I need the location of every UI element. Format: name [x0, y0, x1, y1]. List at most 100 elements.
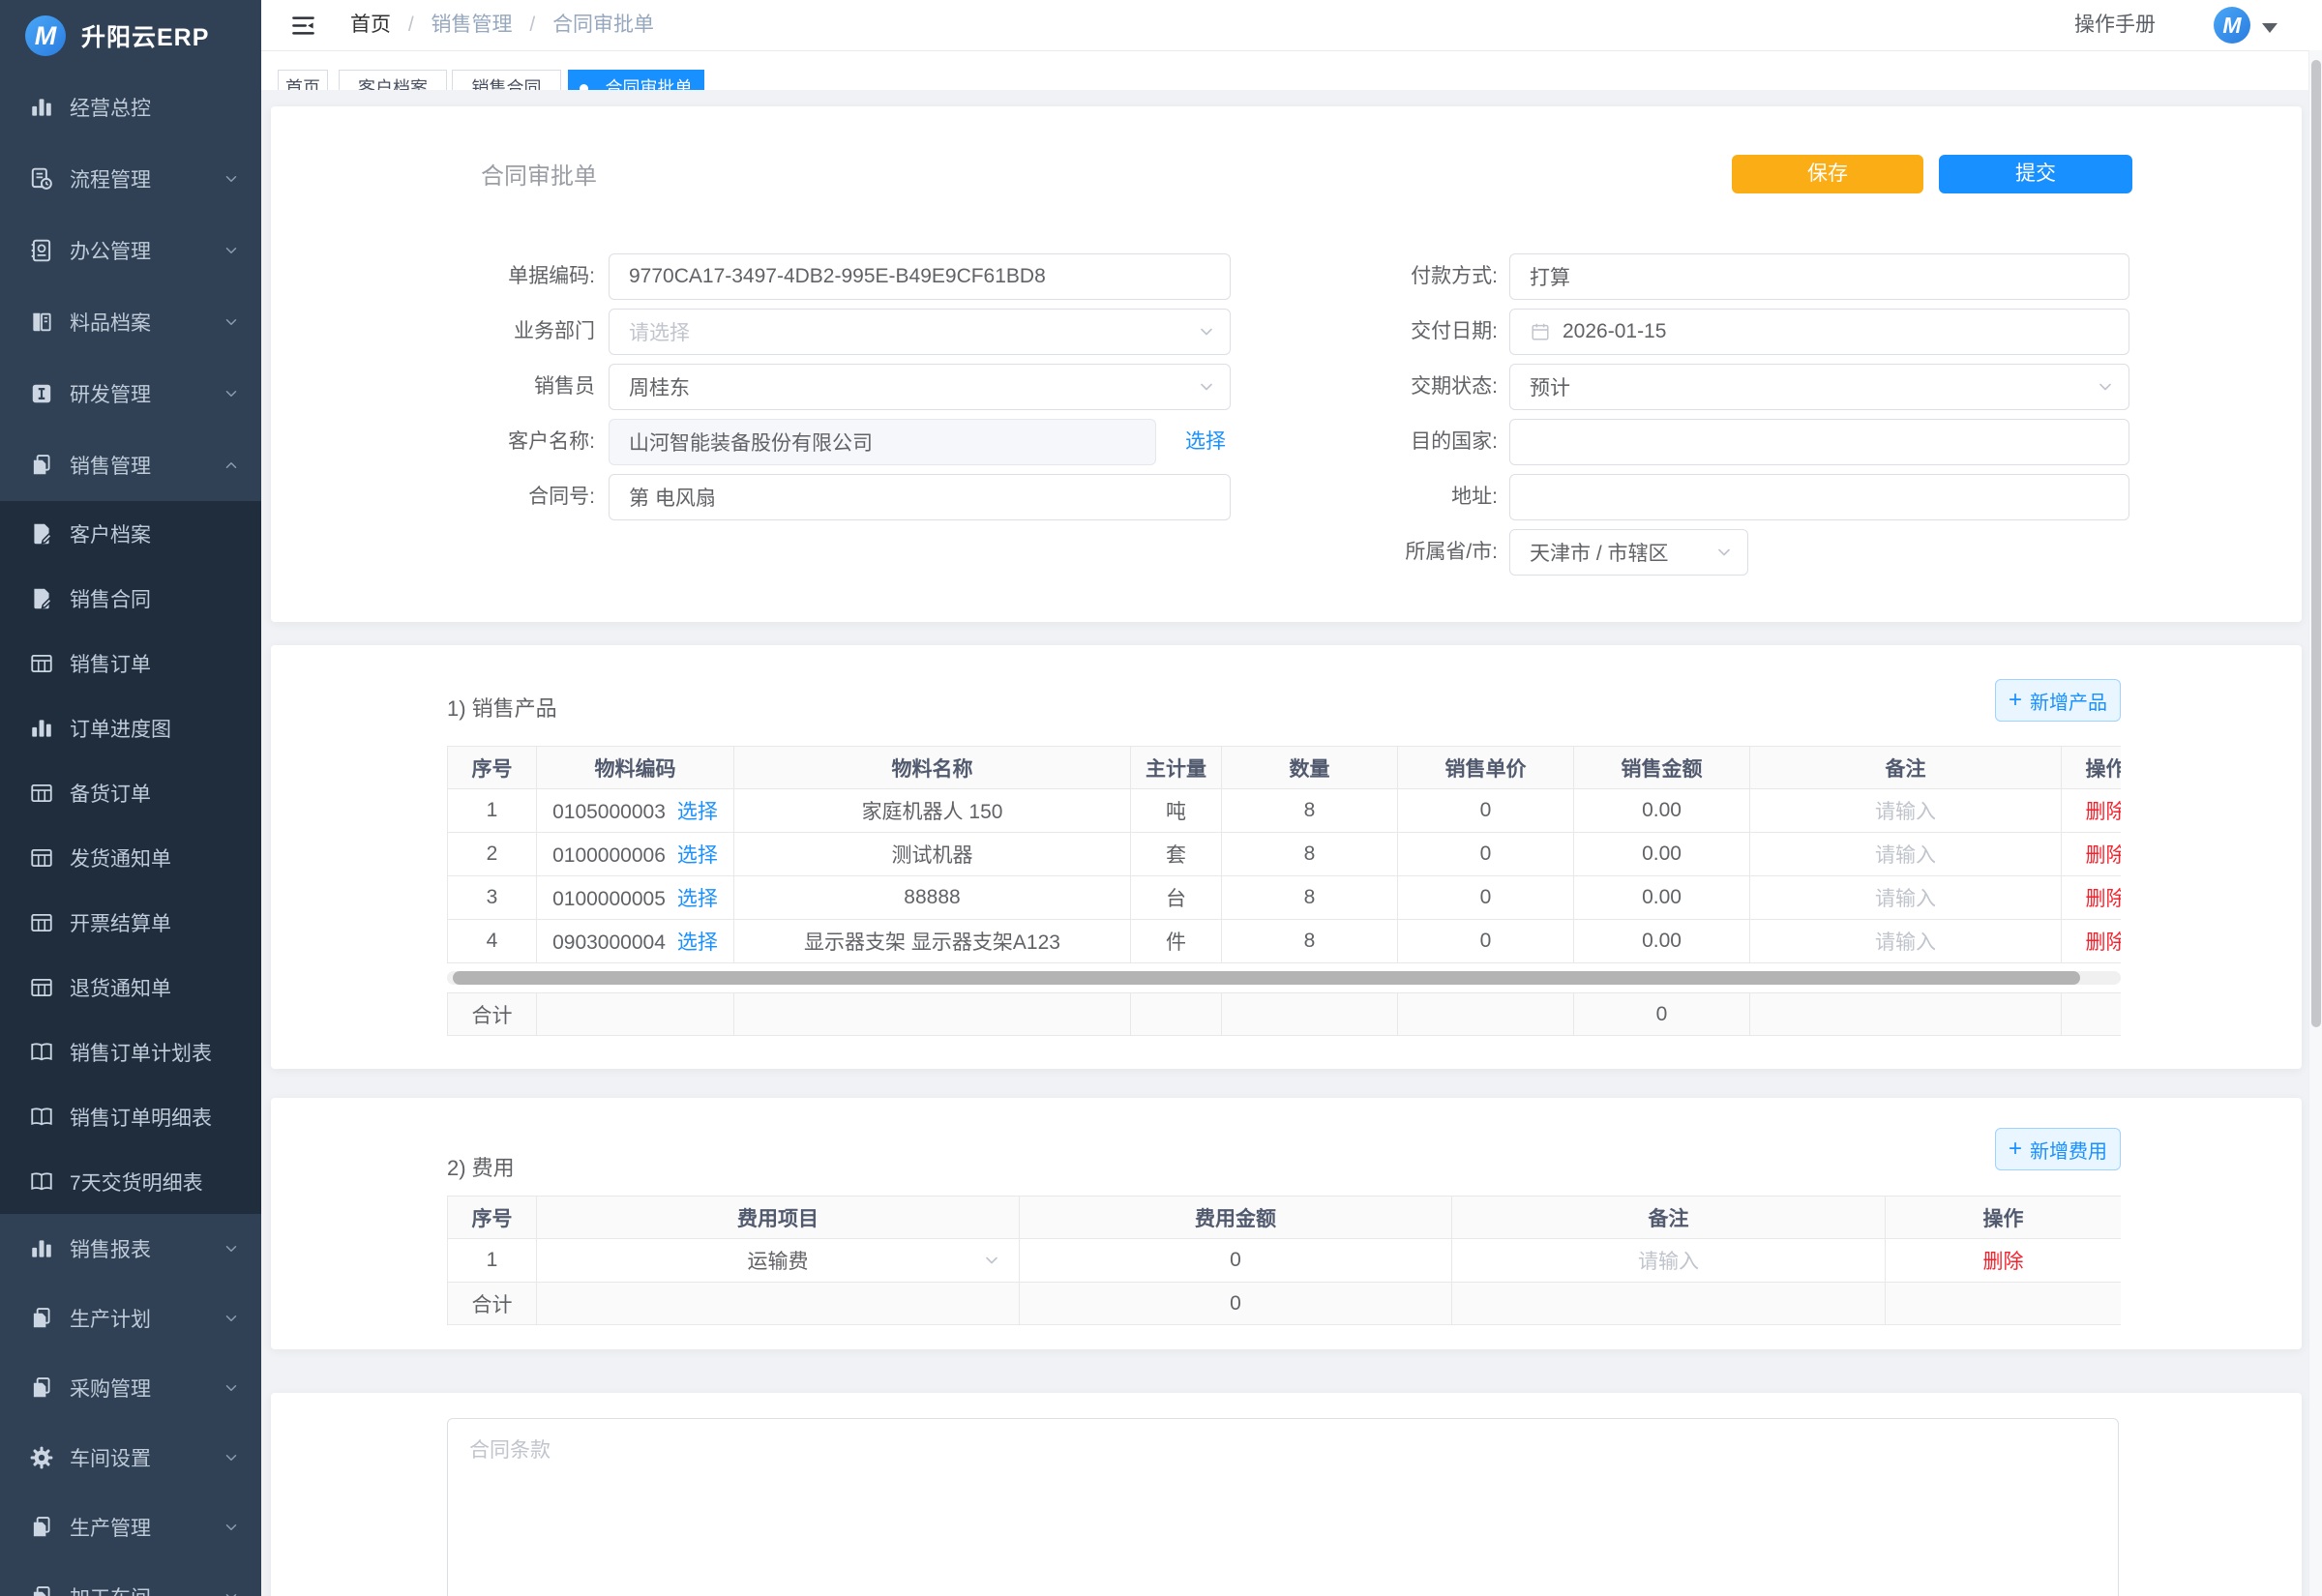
sidebar-item-production-plan[interactable]: 生产计划 — [0, 1284, 261, 1353]
tab-label: 首页 — [285, 78, 320, 90]
sidebar-item-purchase-mgmt[interactable]: 采购管理 — [0, 1353, 261, 1423]
breadcrumb-home[interactable]: 首页 — [350, 14, 391, 36]
delete-row-link[interactable]: 删除 — [2086, 844, 2122, 867]
delete-row-link[interactable]: 删除 — [2086, 801, 2122, 823]
open-book-icon — [29, 1105, 54, 1130]
tab-customer-archive[interactable]: 客户档案 — [339, 70, 447, 90]
sidebar-item-production-mgmt[interactable]: 生产管理 — [0, 1493, 261, 1562]
total-amount: 0 — [1574, 993, 1750, 1036]
contract-no-input[interactable] — [609, 474, 1231, 520]
sidebar-item-sales-order[interactable]: 销售订单 — [0, 631, 261, 695]
add-product-label: 新增产品 — [2030, 687, 2107, 715]
remark-input[interactable]: 请输入 — [1875, 888, 1936, 910]
sidebar-item-sales-report[interactable]: 销售报表 — [0, 1214, 261, 1284]
destination-country-input[interactable] — [1509, 419, 2129, 465]
sidebar-item-rnd-mgmt[interactable]: 研发管理 — [0, 358, 261, 429]
sidebar-item-return-notice[interactable]: 退货通知单 — [0, 955, 261, 1020]
sidebar-item-customer-archive[interactable]: 客户档案 — [0, 501, 261, 566]
user-menu-caret-icon[interactable] — [2262, 23, 2277, 33]
submit-button[interactable]: 提交 — [1939, 155, 2132, 193]
material-select-link[interactable]: 选择 — [677, 801, 718, 823]
col-material-code: 物料编码 — [537, 747, 734, 789]
delete-row-link[interactable]: 删除 — [2086, 931, 2122, 954]
business-dept-select[interactable]: 请选择 — [609, 309, 1231, 355]
sidebar-item-order-progress[interactable]: 订单进度图 — [0, 695, 261, 760]
vertical-scrollbar-track — [2308, 50, 2322, 1596]
sidebar-item-shipping-notice[interactable]: 发货通知单 — [0, 825, 261, 890]
save-button[interactable]: 保存 — [1732, 155, 1923, 193]
remark-input[interactable]: 请输入 — [1638, 1251, 1699, 1273]
sidebar-item-material-archive[interactable]: 料品档案 — [0, 286, 261, 358]
products-table-wrap: 序号 物料编码 物料名称 主计量 数量 销售单价 销售金额 备注 操作 1 01… — [447, 746, 2121, 964]
products-section-title: 1) 销售产品 — [447, 692, 557, 723]
app-logo[interactable]: M 升阳云ERP — [0, 0, 261, 72]
sidebar-item-stock-order[interactable]: 备货订单 — [0, 760, 261, 825]
sidebar-item-order-plan-report[interactable]: 销售订单计划表 — [0, 1020, 261, 1084]
breadcrumb-separator: / — [408, 14, 414, 36]
sidebar-item-label: 退货通知单 — [70, 973, 171, 1002]
sidebar-item-sales-contract[interactable]: 销售合同 — [0, 566, 261, 631]
contract-terms-textarea[interactable] — [447, 1418, 2119, 1596]
chevron-down-icon — [223, 170, 240, 188]
col-action: 操作 — [1886, 1197, 2122, 1239]
material-select-link[interactable]: 选择 — [677, 931, 718, 954]
document-edit-icon — [29, 586, 54, 611]
payment-method-input[interactable] — [1509, 253, 2129, 300]
chevron-down-icon — [223, 242, 240, 259]
product-row: 3 0100000005选择 88888 台 8 0 0.00 请输入 删除 — [448, 876, 2122, 920]
terms-panel — [271, 1393, 2302, 1596]
chevron-down-icon — [223, 1519, 240, 1536]
chevron-down-icon — [1197, 377, 1216, 397]
menu-fold-icon[interactable] — [290, 13, 316, 39]
open-book-icon — [29, 1040, 54, 1065]
manual-link[interactable]: 操作手册 — [2074, 0, 2156, 50]
delete-row-link[interactable]: 删除 — [1983, 1251, 2024, 1273]
province-city-cascader[interactable]: 天津市 / 市辖区 — [1509, 529, 1748, 576]
products-total-row: 合计 0 — [448, 993, 2122, 1036]
material-select-link[interactable]: 选择 — [677, 844, 718, 867]
salesperson-select[interactable]: 周桂东 — [609, 364, 1231, 410]
horizontal-scrollbar-thumb[interactable] — [453, 971, 2080, 985]
add-product-button[interactable]: + 新增产品 — [1995, 679, 2121, 722]
breadcrumb-sales-mgmt[interactable]: 销售管理 — [432, 14, 513, 36]
delete-row-link[interactable]: 删除 — [2086, 888, 2122, 910]
delivery-date-picker[interactable]: 2026-01-15 — [1509, 309, 2129, 355]
sidebar-item-business-overview[interactable]: 经营总控 — [0, 72, 261, 143]
fee-item-select[interactable]: 运输费 — [537, 1239, 1020, 1283]
sidebar-item-7day-delivery-report[interactable]: 7天交货明细表 — [0, 1149, 261, 1214]
doc-code-input[interactable] — [609, 253, 1231, 300]
select-value: 预计 — [1530, 372, 1570, 401]
sidebar-item-office-mgmt[interactable]: 办公管理 — [0, 215, 261, 286]
material-select-link[interactable]: 选择 — [677, 888, 718, 910]
field-label-contract-no: 合同号: — [368, 474, 595, 520]
col-seq: 序号 — [448, 747, 537, 789]
add-fee-button[interactable]: + 新增费用 — [1995, 1128, 2121, 1170]
sidebar-item-order-detail-report[interactable]: 销售订单明细表 — [0, 1084, 261, 1149]
material-code: 0105000003 — [552, 801, 666, 823]
total-amount: 0 — [1020, 1283, 1452, 1325]
products-header-row: 序号 物料编码 物料名称 主计量 数量 销售单价 销售金额 备注 操作 — [448, 747, 2122, 789]
sidebar-item-process-mgmt[interactable]: 流程管理 — [0, 143, 261, 215]
sidebar-item-invoice-settlement[interactable]: 开票结算单 — [0, 890, 261, 955]
vertical-scrollbar-thumb[interactable] — [2311, 60, 2321, 1027]
customer-select-link[interactable]: 选择 — [1185, 419, 1226, 465]
field-label-business-dept: 业务部门 — [368, 309, 595, 355]
pages-icon — [29, 1515, 54, 1540]
col-remark: 备注 — [1750, 747, 2062, 789]
remark-input[interactable]: 请输入 — [1875, 844, 1936, 867]
tab-contract-approval[interactable]: 合同审批单 — [568, 70, 704, 90]
col-fee-item: 费用项目 — [537, 1197, 1020, 1239]
field-label-province-city: 所属省/市: — [1238, 529, 1498, 576]
sidebar-item-sales-mgmt[interactable]: 销售管理 — [0, 429, 261, 501]
remark-input[interactable]: 请输入 — [1875, 801, 1936, 823]
remark-input[interactable]: 请输入 — [1875, 931, 1936, 954]
tab-home[interactable]: 首页 — [278, 70, 328, 90]
sidebar-item-workshop-settings[interactable]: 车间设置 — [0, 1423, 261, 1493]
tab-sales-contract[interactable]: 销售合同 — [452, 70, 561, 90]
document-edit-icon — [29, 521, 54, 547]
address-input[interactable] — [1509, 474, 2129, 520]
user-avatar[interactable]: M — [2214, 7, 2250, 44]
sidebar-item-processing-workshop[interactable]: 加工车间 — [0, 1562, 261, 1596]
contract-form-panel: 合同审批单 保存 提交 单据编码: 业务部门 请选择 销售员 周桂东 客户名称:… — [271, 106, 2302, 622]
delivery-status-select[interactable]: 预计 — [1509, 364, 2129, 410]
